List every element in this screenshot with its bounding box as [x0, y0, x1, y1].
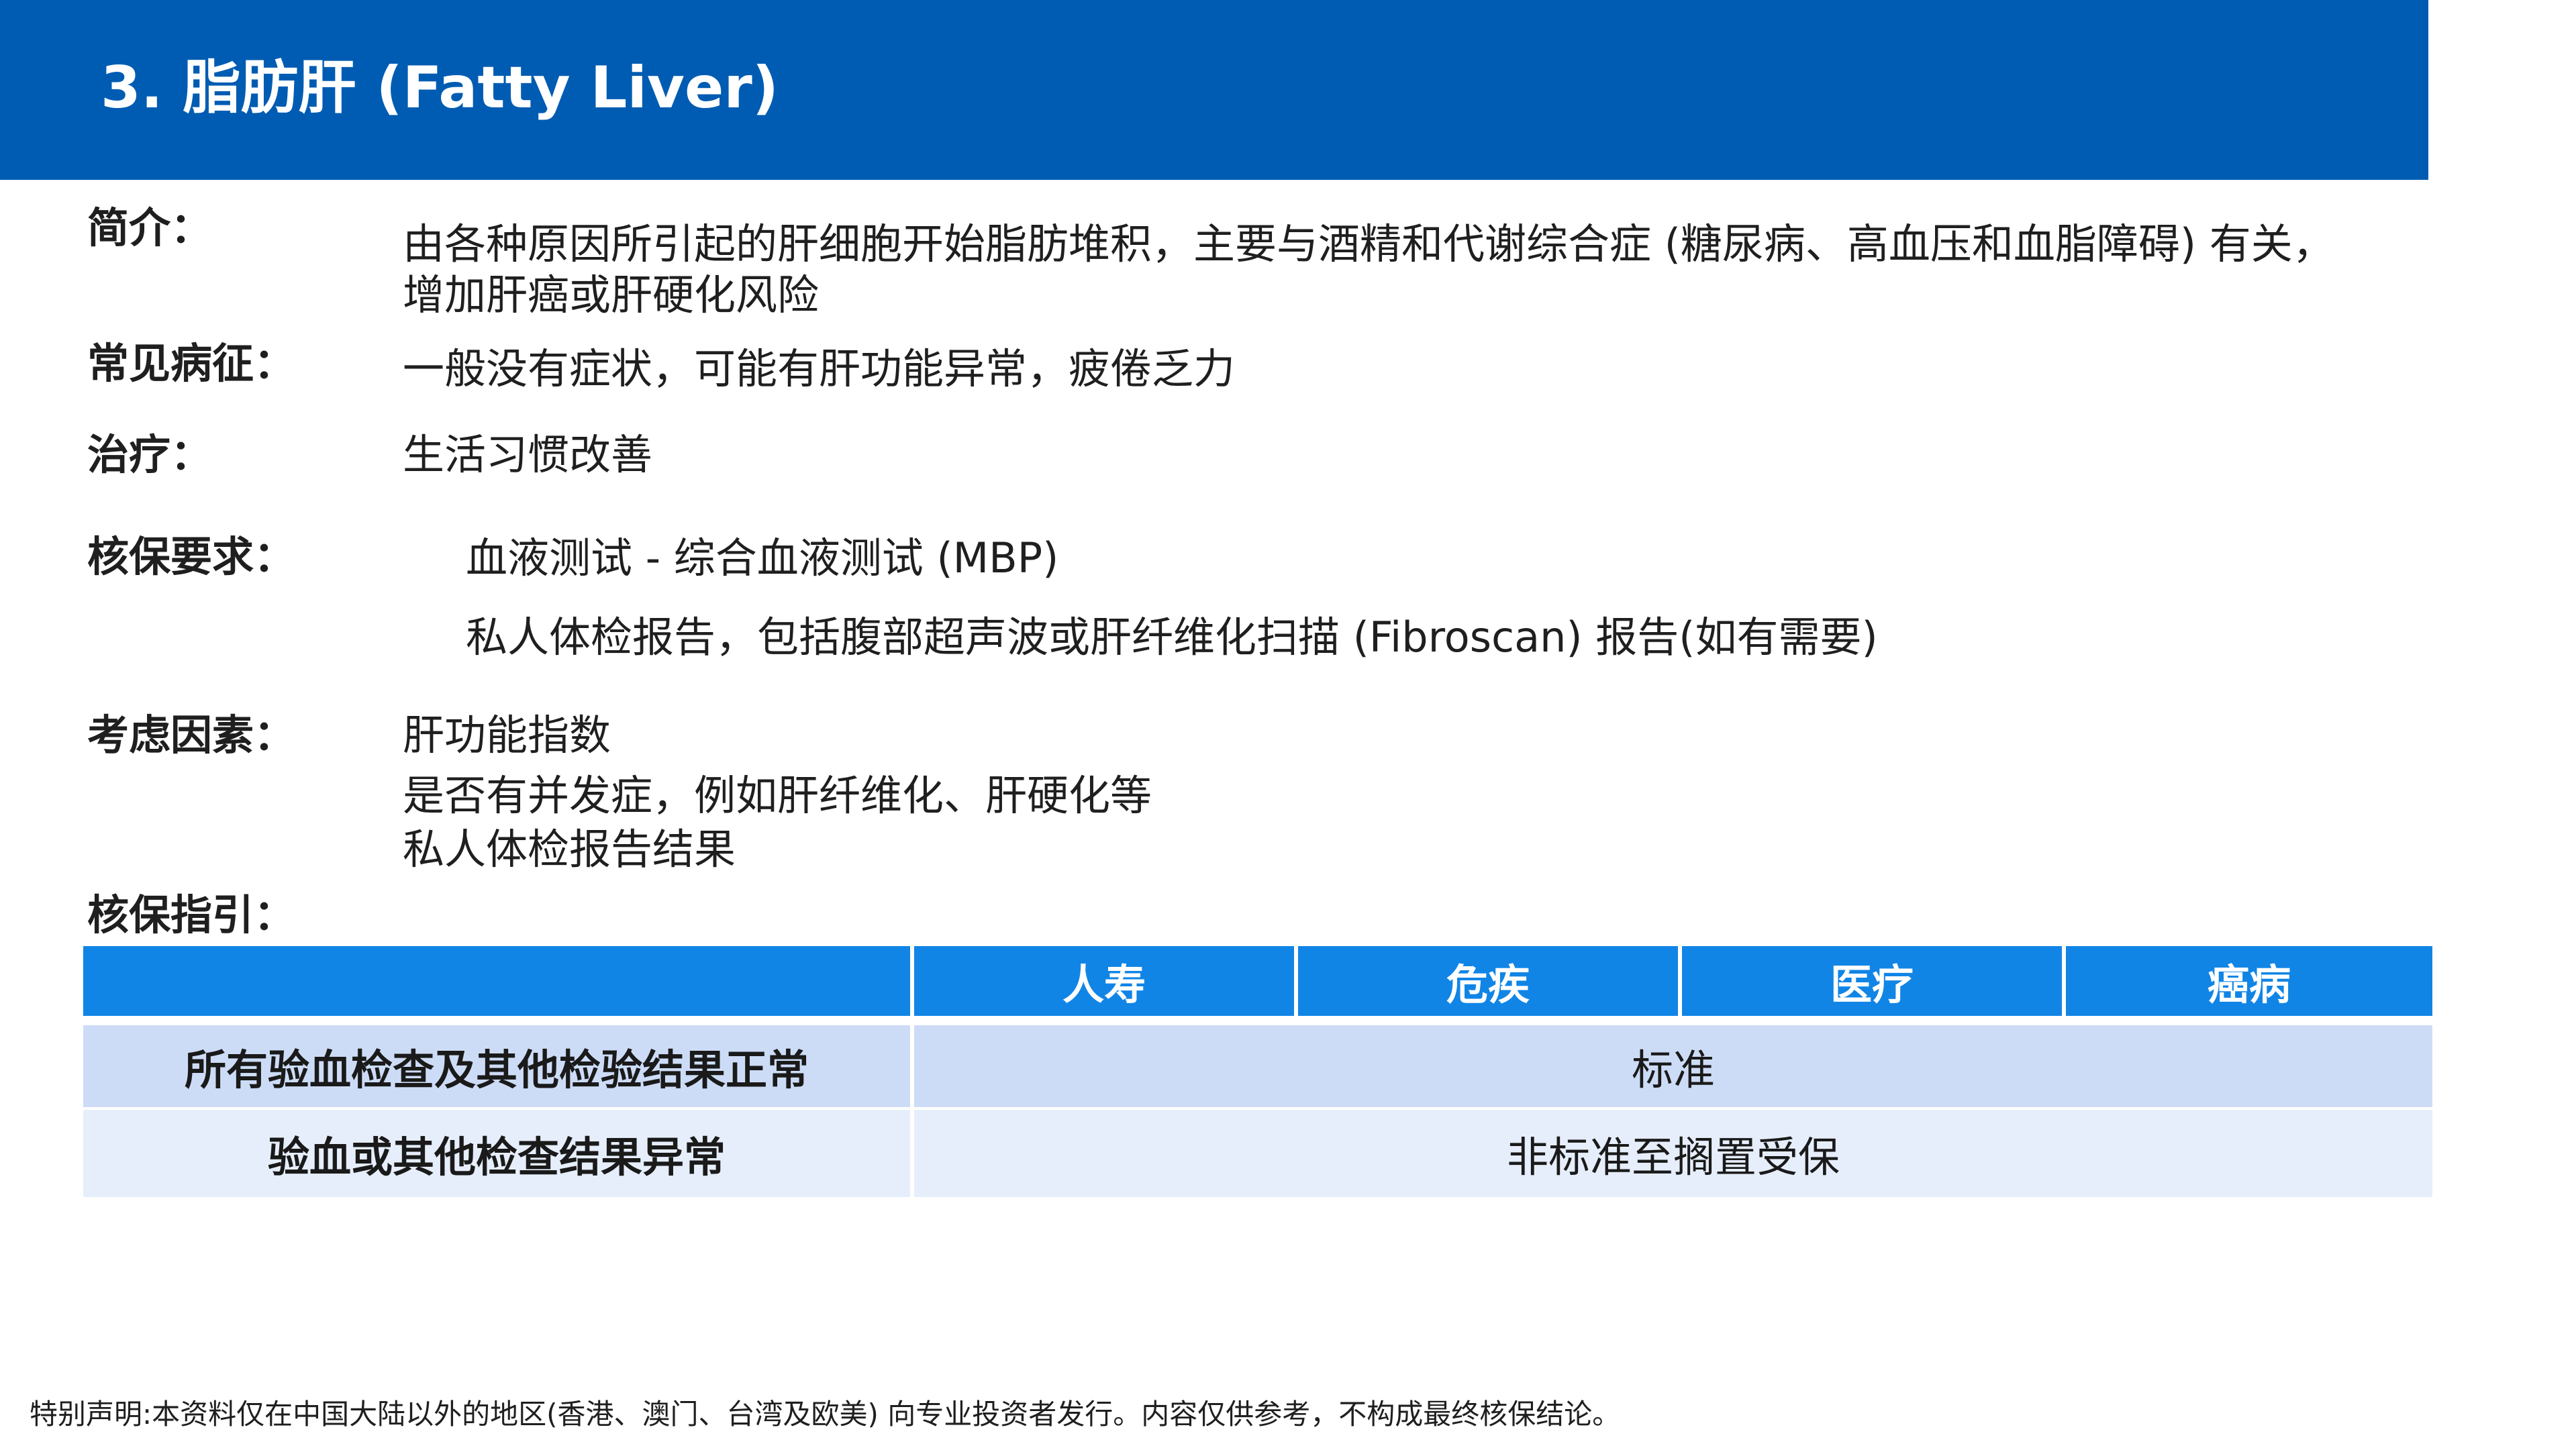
- row-result: 非标准至搁置受保: [914, 1110, 2432, 1197]
- requirement-item-1: 血液测试 - 综合血液测试 (MBP): [466, 533, 1059, 582]
- intro-label: 简介：: [87, 203, 213, 252]
- factor-item-1: 肝功能指数: [403, 711, 611, 760]
- row-condition: 所有验血检查及其他检验结果正常: [83, 1025, 910, 1107]
- header-cell-medical: 医疗: [1682, 946, 2062, 1016]
- factors-label: 考虑因素：: [87, 711, 296, 760]
- intro-line-2: 增加肝癌或肝硬化风险: [403, 270, 820, 319]
- symptoms-label: 常见病征：: [87, 339, 296, 388]
- row-result: 标准: [914, 1025, 2432, 1107]
- header-cell-blank: [83, 946, 910, 1016]
- treatment-text: 生活习惯改善: [403, 430, 653, 479]
- guideline-label: 核保指引：: [87, 890, 296, 939]
- page-title: 3. 脂肪肝 (Fatty Liver): [101, 54, 779, 121]
- slide: 3. 脂肪肝 (Fatty Liver) 简介： 由各种原因所引起的肝细胞开始脂…: [0, 0, 2576, 1448]
- factor-item-2: 是否有并发症，例如肝纤维化、肝硬化等: [403, 771, 1152, 820]
- treatment-label: 治疗：: [87, 430, 213, 479]
- row-condition: 验血或其他检查结果异常: [83, 1110, 910, 1197]
- disclaimer: 特别声明:本资料仅在中国大陆以外的地区(香港、澳门、台湾及欧美) 向专业投资者发…: [30, 1398, 1621, 1431]
- symptoms-text: 一般没有症状，可能有肝功能异常，疲倦乏力: [403, 344, 1236, 393]
- table-row: 所有验血检查及其他检验结果正常 标准: [83, 1025, 2432, 1107]
- header-cell-cancer: 癌病: [2066, 946, 2432, 1016]
- table-header-row: 人寿 危疾 医疗 癌病: [83, 946, 2432, 1016]
- header-cell-critical-illness: 危疾: [1298, 946, 1678, 1016]
- requirements-label: 核保要求：: [87, 532, 296, 581]
- title-bar: 3. 脂肪肝 (Fatty Liver): [0, 0, 2428, 180]
- table-row: 验血或其他检查结果异常 非标准至搁置受保: [83, 1110, 2432, 1197]
- header-cell-life: 人寿: [914, 946, 1294, 1016]
- intro-line-1: 由各种原因所引起的肝细胞开始脂肪堆积，主要与酒精和代谢综合症 (糖尿病、高血压和…: [403, 219, 2334, 268]
- requirement-item-2: 私人体检报告，包括腹部超声波或肝纤维化扫描 (Fibroscan) 报告(如有需…: [466, 613, 1878, 662]
- factor-item-3: 私人体检报告结果: [403, 825, 736, 874]
